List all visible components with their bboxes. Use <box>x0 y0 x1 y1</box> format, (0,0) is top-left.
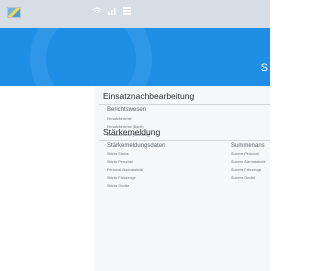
link-staerke-geraete[interactable]: Stärke Geräte <box>107 184 129 188</box>
link-staerke-personal[interactable]: Stärke Personal <box>107 160 133 164</box>
section-divider <box>99 104 270 105</box>
column-title-staerkemeldungsdaten: Stärkemeldungsdaten <box>107 143 166 149</box>
grid-icon[interactable] <box>122 6 132 16</box>
column-title-summenansicht: Summenans <box>231 143 265 149</box>
link-personal-alarmstatistik[interactable]: Personal Alarmstatistik <box>107 168 143 172</box>
link-staerke-fahrzeuge[interactable]: Stärke Fahrzeuge <box>107 176 136 180</box>
link-summe-fahrzeuge[interactable]: Summe Fahrzeuge <box>231 168 262 172</box>
section-title-einsatznachbearbeitung: Einsatznachbearbeitung <box>103 91 195 101</box>
section-divider <box>99 140 270 141</box>
link-staerke-status[interactable]: Stärke Status <box>107 152 129 156</box>
section-title-staerkemeldung: Stärkemeldung <box>103 127 161 137</box>
signal-icon <box>107 6 117 16</box>
top-status-bar <box>0 0 270 28</box>
link-summe-geraete[interactable]: Summe Geräte <box>231 176 255 180</box>
link-summe-alarmstatistik[interactable]: Summe Alarmstatistik <box>231 160 266 164</box>
link-einsatzberichte[interactable]: Einsatzberichte <box>107 117 132 121</box>
status-icons <box>92 6 132 16</box>
link-summe-personal[interactable]: Summe Personal <box>231 152 259 156</box>
flag-icon <box>7 7 21 18</box>
banner-title: S <box>260 62 268 74</box>
main-content: Einsatznachbearbeitung Berichtswesen Ein… <box>95 86 270 271</box>
left-sidebar <box>0 86 96 271</box>
banner-decoration <box>30 28 152 86</box>
header-banner: S <box>0 28 270 86</box>
wifi-icon <box>92 6 102 16</box>
column-title-berichtswesen: Berichtswesen <box>107 107 147 113</box>
